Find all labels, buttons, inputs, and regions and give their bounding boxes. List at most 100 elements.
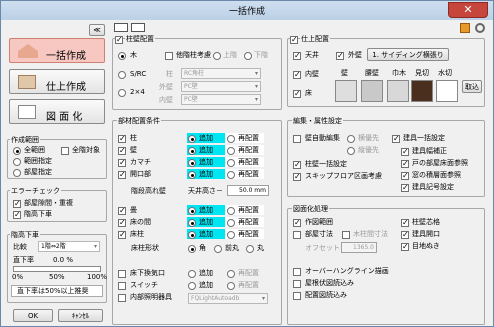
finish-checkbox[interactable] [290,35,298,44]
range-all-radio[interactable] [13,147,21,155]
fitting-open-checkbox[interactable] [401,230,409,239]
collapse-button[interactable]: ≪ [89,24,105,36]
window-ref-checkbox[interactable] [401,171,409,180]
wall-material-swatch[interactable] [335,80,357,102]
horizontal-priority-radio[interactable] [347,135,355,143]
door-ref-checkbox[interactable] [401,159,409,168]
fitting-width-label: 建具幅補正 [412,147,447,155]
parts-vent-replace-radio[interactable] [227,270,235,278]
parts-switch-add-radio[interactable] [188,282,196,290]
parts-opening-checkbox[interactable] [118,170,126,179]
fitting-symbol-checkbox[interactable] [401,183,409,192]
finish-ceiling-checkbox[interactable] [293,51,301,60]
parts-tatami-checkbox[interactable] [118,206,126,215]
struct-icon-1[interactable] [114,23,128,32]
parts-opening-add-radio[interactable] [188,171,196,179]
fitting-setting-checkbox[interactable] [392,134,400,143]
wainscot-material-swatch[interactable] [361,80,383,102]
parts-light-checkbox[interactable] [118,294,126,302]
parts-alcove-add-radio[interactable] [188,219,196,227]
roof-draw-checkbox[interactable] [293,280,301,288]
parts-vent-checkbox[interactable] [118,270,126,278]
parts-frame-checkbox[interactable] [118,158,126,167]
pillar-setting-checkbox[interactable] [293,160,301,169]
finish-inner-checkbox[interactable] [293,70,301,79]
wood-radio[interactable] [118,52,126,60]
house-orange-icon[interactable] [460,23,470,33]
parts-tatami-replace-radio[interactable] [227,207,235,215]
shape-round-radio[interactable] [246,245,254,253]
ratio-select[interactable]: 1階⇔2階 [38,241,100,252]
room-edit-checkbox[interactable] [293,135,301,143]
overlap-checkbox[interactable] [13,199,21,208]
layout-read-checkbox[interactable] [293,292,301,300]
parts-vent-label: 床下換気口 [130,269,165,277]
parts-vent-add-radio[interactable] [188,270,196,278]
range-spec-radio[interactable] [13,158,21,166]
finish-floor-checkbox[interactable] [293,89,301,98]
struct-icon-2[interactable] [131,23,145,32]
parts-wall-checkbox[interactable] [118,146,126,155]
all-target-checkbox[interactable] [61,147,69,155]
parts-opening-replace-radio[interactable] [227,171,235,179]
parts-frame-add-radio[interactable] [188,159,196,167]
src-radio[interactable] [118,71,126,79]
parts-wall-replace-radio[interactable] [227,147,235,155]
lower-radio[interactable] [244,52,252,60]
finish-create-button[interactable]: 仕上作成 [9,69,105,94]
outer-wall-select[interactable]: PC壁 [181,81,261,92]
parts-alcove-checkbox[interactable] [118,218,126,227]
parts-pillar-replace-radio[interactable] [227,135,235,143]
hanging-checkbox[interactable] [293,268,301,276]
room-dim-checkbox[interactable] [293,231,301,239]
pillar-grid-checkbox[interactable] [401,218,409,227]
bulk-create-button[interactable]: 一括作成 [9,38,105,63]
col-select[interactable]: RC角柱 [181,68,261,79]
draw-range-checkbox[interactable] [293,218,301,227]
gear-icon[interactable] [475,23,485,33]
ceiling-checkbox[interactable] [13,210,21,219]
parts-pillar-checkbox[interactable] [118,134,126,143]
outer-wall-checkbox[interactable] [336,51,344,60]
ceiling-h-input[interactable]: 50.0 mm [227,185,269,196]
parts-wall-add-radio[interactable] [188,147,196,155]
siding-button[interactable]: 1. サイディング横張り [367,48,449,61]
drip-material-swatch[interactable] [436,80,458,102]
edge-material-swatch[interactable] [411,80,433,102]
drawing-button[interactable]: 図 面 化 [9,99,105,124]
finish-ceiling-label: 天井 [305,51,319,59]
two-by-radio[interactable] [118,89,126,97]
other-floor-checkbox[interactable] [165,52,173,60]
parts-switch-checkbox[interactable] [118,282,126,290]
parts-tatami-add-radio[interactable] [188,207,196,215]
fitting-width-checkbox[interactable] [401,147,409,156]
parts-alcove-post-add-radio[interactable] [188,231,196,239]
parts-alcove-post-replace-radio[interactable] [227,231,235,239]
two-by-label: 2×4 [130,88,145,96]
wood-dim-checkbox[interactable] [342,231,350,239]
light-select[interactable]: FQLightAutoadb [188,293,268,304]
fetch-button[interactable]: 取込 [462,80,482,93]
floor-spec-radio[interactable] [13,169,21,177]
parts-alcove-post-checkbox[interactable] [118,230,126,239]
parts-alcove-replace-radio[interactable] [227,219,235,227]
ok-button[interactable]: OK [13,309,53,322]
upper-radio[interactable] [213,52,221,60]
baseboard-material-swatch[interactable] [387,80,409,102]
struct-checkbox[interactable] [115,35,123,44]
shape-chamfer-radio[interactable] [214,245,222,253]
grid-line-checkbox[interactable] [401,242,409,251]
shape-square-radio[interactable] [188,245,196,253]
offset-input[interactable]: 1365.0 [341,242,377,253]
skip-floor-checkbox[interactable] [293,172,301,181]
vertical-priority-radio[interactable] [347,147,355,155]
ceiling-label: 階高下車 [24,210,52,218]
parts-frame-replace-radio[interactable] [227,159,235,167]
cancel-button[interactable]: ｷｬﾝｾﾙ [58,309,103,322]
scale-max: 100% [87,273,108,281]
inner-wall-select[interactable]: PC壁 [181,94,261,105]
close-button[interactable]: ✕ [448,2,488,18]
wood-label: 木 [130,51,137,59]
parts-pillar-add-radio[interactable] [188,135,196,143]
parts-switch-replace-radio[interactable] [227,282,235,290]
